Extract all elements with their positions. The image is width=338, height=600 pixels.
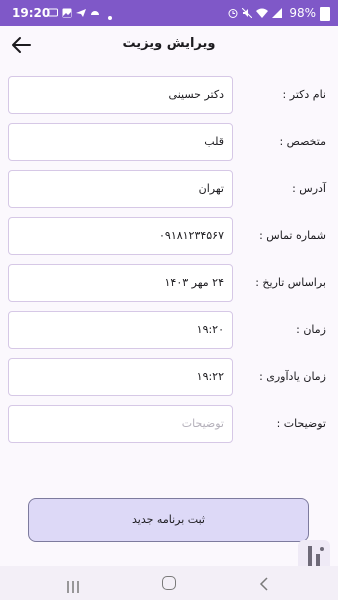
reminder-value: ۱۹:۲۲ [196,370,224,383]
date-field[interactable]: ۲۴ مهر ۱۴۰۳ [8,264,233,302]
specialty-row: قلب متخصص : [0,123,338,163]
address-value: تهران [198,182,224,195]
page-title: ویرایش ویزیت [122,36,216,51]
address-row: تهران آدرس : [0,170,338,210]
date-row: ۲۴ مهر ۱۴۰۳ براساس تاریخ : [0,264,338,304]
submit-button[interactable]: ثبت برنامه جدید [28,498,309,542]
address-field[interactable]: تهران [8,170,233,208]
date-value: ۲۴ مهر ۱۴۰۳ [164,276,225,289]
specialty-value: قلب [204,135,224,148]
time-row: ۱۹:۲۰ زمان : [0,311,338,351]
specialty-label: متخصص : [279,135,326,148]
phone-field[interactable]: ۰۹۱۸۱۲۳۴۵۶۷ [8,217,233,255]
battery-percent: 98% [289,6,316,20]
status-time: 19:20 [12,6,51,20]
battery-icon [320,7,330,21]
home-icon[interactable] [162,576,176,590]
notes-row: توضیحات توضیحات : [0,405,338,445]
reminder-row: ۱۹:۲۲ زمان یادآوری : [0,358,338,398]
reminder-label: زمان یادآوری : [259,370,326,383]
android-icon [90,7,100,17]
time-value: ۱۹:۲۰ [196,323,224,336]
doctor-name-value: دکتر حسینی [168,88,224,101]
notes-placeholder: توضیحات [181,417,224,430]
image-icon [62,7,72,18]
doctor-name-label: نام دکتر : [282,88,326,101]
reminder-field[interactable]: ۱۹:۲۲ [8,358,233,396]
app-bar: ویرایش ویزیت [0,26,338,64]
mute-icon [241,7,253,19]
recents-icon[interactable] [66,578,80,593]
doctor-name-field[interactable]: دکتر حسینی [8,76,233,114]
notes-field[interactable]: توضیحات [8,405,233,443]
dot-icon [108,9,118,20]
alarm-icon [228,7,238,18]
phone-row: ۰۹۱۸۱۲۳۴۵۶۷ شماره تماس : [0,217,338,257]
phone-label: شماره تماس : [259,229,326,242]
address-label: آدرس : [292,182,326,195]
time-field[interactable]: ۱۹:۲۰ [8,311,233,349]
message-icon [48,7,58,17]
signal-icon [272,7,282,18]
date-label: براساس تاریخ : [255,276,326,289]
status-bar: 19:20 98% [0,0,338,26]
notes-label: توضیحات : [276,417,326,430]
system-nav-bar [0,566,338,600]
phone-value: ۰۹۱۸۱۲۳۴۵۶۷ [159,229,224,242]
telegram-icon [76,7,86,17]
time-label: زمان : [296,323,326,336]
wifi-icon [256,7,268,18]
doctor-name-row: دکتر حسینی نام دکتر : [0,76,338,116]
specialty-field[interactable]: قلب [8,123,233,161]
chevron-left-icon[interactable] [258,576,270,591]
